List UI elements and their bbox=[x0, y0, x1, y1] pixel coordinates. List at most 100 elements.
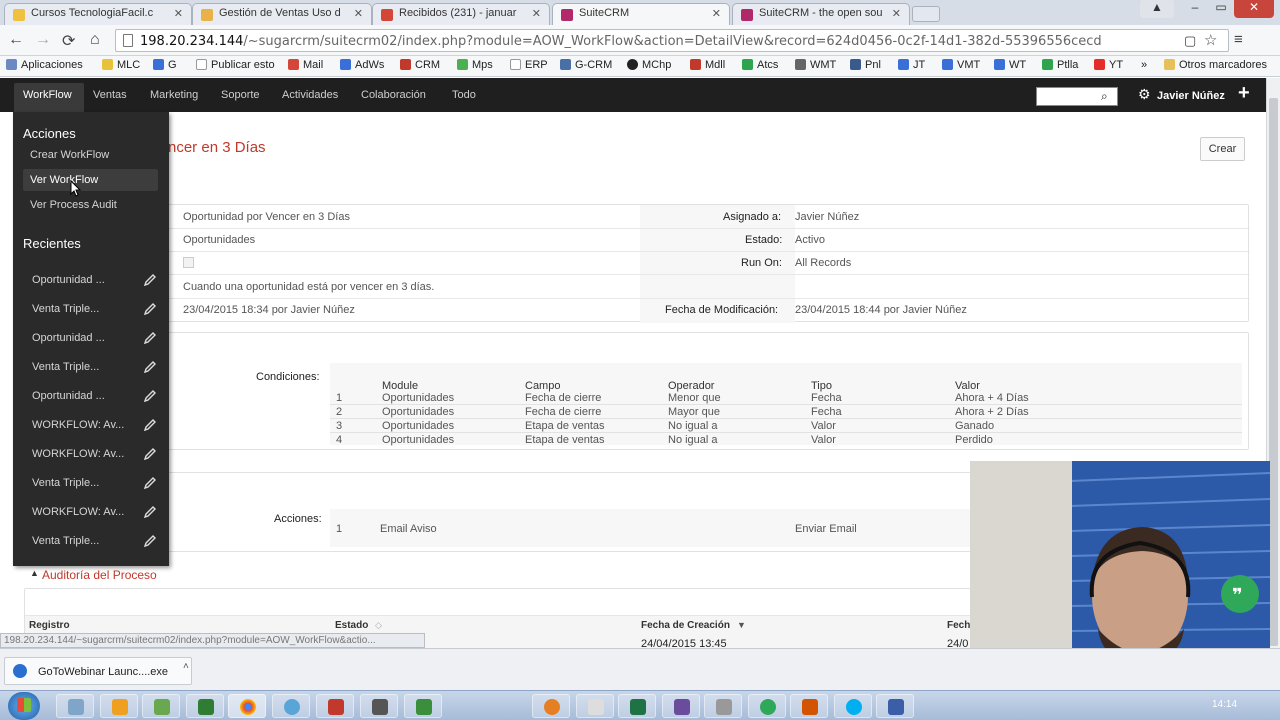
minimize-icon[interactable]: – bbox=[1182, 0, 1208, 18]
taskbar-app[interactable] bbox=[662, 694, 700, 718]
taskbar-app[interactable] bbox=[532, 694, 570, 718]
nav-colaboracion[interactable]: Colaboración bbox=[361, 89, 426, 101]
taskbar-explorer[interactable] bbox=[56, 694, 94, 718]
recent-item[interactable]: Oportunidad ... bbox=[32, 274, 105, 286]
edit-pencil-icon[interactable] bbox=[143, 447, 157, 461]
user-menu[interactable]: Javier Núñez bbox=[1157, 90, 1225, 102]
taskbar-app[interactable] bbox=[272, 694, 310, 718]
taskbar-app[interactable] bbox=[142, 694, 180, 718]
close-tab-icon[interactable]: ✕ bbox=[892, 7, 901, 20]
edit-pencil-icon[interactable] bbox=[143, 476, 157, 490]
plus-icon[interactable]: + bbox=[1238, 82, 1250, 105]
sort-icon[interactable]: ◇ bbox=[375, 620, 382, 631]
browser-tab-3[interactable]: Recibidos (231) - januar ✕ bbox=[372, 3, 550, 25]
bookmark-mail[interactable]: Mail bbox=[288, 59, 323, 71]
user-profile-icon[interactable]: ▲ bbox=[1140, 0, 1174, 18]
download-item[interactable]: GoToWebinar Launc....exe ˄ bbox=[4, 657, 192, 685]
taskbar-excel[interactable] bbox=[618, 694, 656, 718]
taskbar-app[interactable] bbox=[790, 694, 828, 718]
browser-tab-5[interactable]: SuiteCRM - the open sou ✕ bbox=[732, 3, 910, 25]
nav-actividades[interactable]: Actividades bbox=[282, 89, 338, 101]
bookmark-wmt[interactable]: WMT bbox=[795, 59, 836, 71]
taskbar-app[interactable] bbox=[748, 694, 786, 718]
sort-desc-icon[interactable]: ▼ bbox=[737, 620, 746, 630]
taskbar-chrome[interactable] bbox=[228, 694, 266, 718]
recent-item[interactable]: Oportunidad ... bbox=[32, 390, 105, 402]
recent-item[interactable]: Venta Triple... bbox=[32, 477, 99, 489]
system-clock[interactable]: 14:14 bbox=[1212, 699, 1237, 710]
bookmark-jt[interactable]: JT bbox=[898, 59, 925, 71]
browser-tab-2[interactable]: Gestión de Ventas Uso d ✕ bbox=[192, 3, 372, 25]
recent-item[interactable]: WORKFLOW: Av... bbox=[32, 448, 124, 460]
edit-pencil-icon[interactable] bbox=[143, 389, 157, 403]
edit-pencil-icon[interactable] bbox=[143, 360, 157, 374]
repeated-runs-checkbox[interactable] bbox=[183, 257, 194, 268]
taskbar-app[interactable] bbox=[404, 694, 442, 718]
nav-ventas[interactable]: Ventas bbox=[93, 89, 127, 101]
edit-pencil-icon[interactable] bbox=[143, 302, 157, 316]
bookmark-erp[interactable]: ERP bbox=[510, 59, 548, 71]
audit-subpanel-title[interactable]: Auditoría del Proceso bbox=[42, 568, 157, 582]
close-tab-icon[interactable]: ✕ bbox=[174, 7, 183, 20]
bookmark-mlc[interactable]: MLC bbox=[102, 59, 140, 71]
nav-soporte[interactable]: Soporte bbox=[221, 89, 260, 101]
menu-crear-workflow[interactable]: Crear WorkFlow bbox=[30, 149, 109, 161]
taskbar-app[interactable] bbox=[576, 694, 614, 718]
forward-arrow-icon[interactable]: → bbox=[35, 31, 51, 49]
bookmark-crm[interactable]: CRM bbox=[400, 59, 440, 71]
search-icon[interactable]: ⌕ bbox=[1101, 89, 1108, 104]
home-icon[interactable]: ⌂ bbox=[90, 31, 100, 49]
menu-ver-workflow[interactable]: Ver WorkFlow bbox=[30, 174, 98, 186]
recent-item[interactable]: Venta Triple... bbox=[32, 303, 99, 315]
download-options-icon[interactable]: ˄ bbox=[183, 661, 189, 672]
recent-item[interactable]: Venta Triple... bbox=[32, 361, 99, 373]
scrollbar-thumb[interactable] bbox=[1269, 98, 1278, 646]
edit-pencil-icon[interactable] bbox=[143, 331, 157, 345]
other-bookmarks-folder[interactable]: Otros marcadores bbox=[1164, 59, 1267, 71]
taskbar-skype[interactable] bbox=[834, 694, 872, 718]
nav-marketing[interactable]: Marketing bbox=[150, 89, 198, 101]
taskbar-app[interactable] bbox=[100, 694, 138, 718]
edit-pencil-icon[interactable] bbox=[143, 505, 157, 519]
recent-item[interactable]: Oportunidad ... bbox=[32, 332, 105, 344]
bookmark-mchp[interactable]: MChp bbox=[627, 59, 671, 71]
menu-ver-process-audit[interactable]: Ver Process Audit bbox=[30, 199, 117, 211]
close-tab-icon[interactable]: ✕ bbox=[354, 7, 363, 20]
bookmark-publicar[interactable]: Publicar esto bbox=[196, 59, 275, 71]
nav-workflow[interactable]: WorkFlow bbox=[23, 89, 72, 101]
bookmark-wt[interactable]: WT bbox=[994, 59, 1026, 71]
reload-icon[interactable]: ⟳ bbox=[62, 31, 75, 51]
global-search-input[interactable]: ⌕ bbox=[1036, 87, 1118, 106]
bookmark-vmt[interactable]: VMT bbox=[942, 59, 980, 71]
bookmark-ptlla[interactable]: Ptlla bbox=[1042, 59, 1078, 71]
col-fecha-partial[interactable]: Fech bbox=[947, 620, 970, 631]
close-tab-icon[interactable]: ✕ bbox=[712, 7, 721, 20]
bookmark-apps[interactable]: Aplicaciones bbox=[6, 59, 83, 71]
browser-tab-4-active[interactable]: SuiteCRM ✕ bbox=[552, 3, 730, 25]
taskbar-app[interactable] bbox=[876, 694, 914, 718]
bookmark-yt[interactable]: YT bbox=[1094, 59, 1123, 71]
maximize-icon[interactable]: ▭ bbox=[1208, 0, 1234, 18]
edit-pencil-icon[interactable] bbox=[143, 273, 157, 287]
browser-tab-1[interactable]: Cursos TecnologiaFacil.c ✕ bbox=[4, 3, 192, 25]
bookmark-pnl[interactable]: Pnl bbox=[850, 59, 881, 71]
taskbar-filezilla[interactable] bbox=[316, 694, 354, 718]
edit-pencil-icon[interactable] bbox=[143, 534, 157, 548]
back-arrow-icon[interactable]: ← bbox=[8, 31, 24, 49]
new-tab-button[interactable] bbox=[912, 6, 940, 22]
taskbar-app[interactable] bbox=[360, 694, 398, 718]
gear-icon[interactable]: ⚙ bbox=[1138, 86, 1151, 103]
taskbar-app[interactable] bbox=[704, 694, 742, 718]
close-window-icon[interactable]: ✕ bbox=[1234, 0, 1274, 18]
start-button[interactable] bbox=[8, 692, 40, 720]
edit-pencil-icon[interactable] bbox=[143, 418, 157, 432]
bookmark-mdll[interactable]: Mdll bbox=[690, 59, 725, 71]
recent-item[interactable]: WORKFLOW: Av... bbox=[32, 419, 124, 431]
taskbar-app[interactable] bbox=[186, 694, 224, 718]
col-fecha-creacion[interactable]: Fecha de Creación bbox=[641, 620, 730, 631]
address-bar[interactable]: 198.20.234.144/~sugarcrm/suitecrm02/inde… bbox=[115, 29, 1229, 52]
bookmark-mps[interactable]: Mps bbox=[457, 59, 493, 71]
col-estado[interactable]: Estado bbox=[335, 620, 368, 631]
create-button[interactable]: Crear bbox=[1200, 137, 1245, 161]
recent-item[interactable]: WORKFLOW: Av... bbox=[32, 506, 124, 518]
